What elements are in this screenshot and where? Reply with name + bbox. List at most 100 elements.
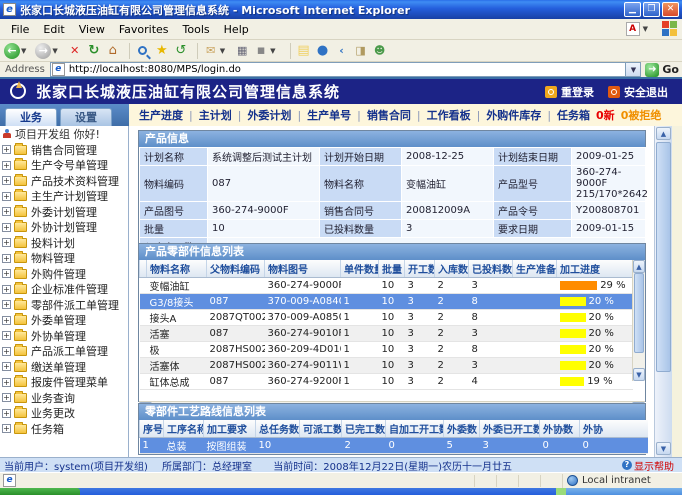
expand-plus-icon[interactable]: + [2,145,11,154]
table-header-cell[interactable]: 外协 [580,420,648,438]
menu-item-view[interactable]: View [72,21,112,38]
sidebar-item-7[interactable]: +物料管理 [0,251,128,267]
forward-button[interactable]: →▼ [35,43,63,59]
nav-item-5[interactable]: 工作看板 [427,107,471,123]
favorites-button[interactable]: ★ [154,43,170,59]
nav-item-0[interactable]: 生产进度 [139,107,183,123]
home-button[interactable]: ⌂ [105,43,121,59]
nav-item-3[interactable]: 生产单号 [307,107,351,123]
stop-button[interactable]: ✕ [67,43,83,59]
menu-item-tools[interactable]: Tools [176,21,217,38]
sidebar-item-16[interactable]: +业务查询 [0,390,128,406]
expand-plus-icon[interactable]: + [2,393,11,402]
expand-plus-icon[interactable]: + [2,316,11,325]
expand-plus-icon[interactable]: + [2,378,11,387]
expand-plus-icon[interactable]: + [2,238,11,247]
expand-plus-icon[interactable]: + [2,176,11,185]
expand-plus-icon[interactable]: + [2,223,11,232]
menu-item-favorites[interactable]: Favorites [112,21,176,38]
nav-item-2[interactable]: 外委计划 [247,107,291,123]
table-row[interactable]: 活塞087360-274-9010F11032320 % [140,326,633,342]
chevron-down-icon[interactable]: ▼ [52,47,57,55]
refresh-button[interactable]: ↻ [86,43,102,59]
table-header-cell[interactable]: 开工数 [405,260,435,278]
nav-item-1[interactable]: 主计划 [199,107,232,123]
start-button[interactable] [0,488,80,495]
page-v-scrollbar[interactable]: ▲ ▼ [654,126,672,457]
acrobat-dropdown-icon[interactable]: ▼ [643,25,648,33]
table-header-cell[interactable]: 外委已开工数 [480,420,540,438]
table-header-cell[interactable]: 序号 [140,420,164,438]
expand-plus-icon[interactable]: + [2,409,11,418]
relogin-button[interactable]: 重登录 [545,84,594,100]
search-button[interactable] [135,43,151,59]
sidebar-item-0[interactable]: +销售合同管理 [0,142,128,158]
sidebar-item-11[interactable]: +外委单管理 [0,313,128,329]
sidebar-item-8[interactable]: +外购件管理 [0,266,128,282]
quick-launch-button[interactable]: ‹ [334,43,350,59]
table-row[interactable]: 活塞体2087HS002360-274-9011W11032320 % [140,358,633,374]
mail-button[interactable]: ✉▼ [203,43,231,59]
address-dropdown-icon[interactable]: ▼ [626,62,641,77]
sidebar-item-18[interactable]: +任务箱 [0,421,128,437]
table-row[interactable]: G3/8接头087370-009-A084011032820 % [140,294,633,310]
menu-item-edit[interactable]: Edit [36,21,71,38]
chevron-down-icon[interactable]: ▼ [220,47,225,55]
table-header-cell[interactable]: 单件数量 [341,260,379,278]
table-header-cell[interactable]: 物料名称 [147,260,207,278]
history-button[interactable]: ↺ [173,43,189,59]
table-row[interactable]: 极2087HS002360-209-4D01011032820 % [140,342,633,358]
page-scroll-up-icon[interactable]: ▲ [656,127,671,140]
show-help-link[interactable]: ? 显示帮助 [622,458,674,473]
sidebar-item-15[interactable]: +报废件管理菜单 [0,375,128,391]
sidebar-item-6[interactable]: +投料计划 [0,235,128,251]
table-header-cell[interactable]: 加工要求 [204,420,256,438]
table-header-cell[interactable]: 物料图号 [265,260,341,278]
table-header-cell[interactable]: 入库数 [435,260,469,278]
table-row[interactable]: 接头A2087QT002370-009-A085011032820 % [140,310,633,326]
table-row[interactable]: 缸体总成087360-274-9200F11032419 % [140,374,633,390]
minimize-button[interactable]: ▁ [624,2,641,17]
expand-plus-icon[interactable]: + [2,362,11,371]
table-header-cell[interactable]: 已完工数 [342,420,386,438]
nav-item-7[interactable]: 任务箱 [557,107,590,123]
edit-button[interactable]: ▪▼ [253,43,281,59]
table-header-cell[interactable]: 外委数 [444,420,480,438]
menu-item-file[interactable]: File [4,21,36,38]
sidebar-item-2[interactable]: +产品技术资料管理 [0,173,128,189]
acrobat-icon[interactable]: A [626,22,640,36]
sidebar-item-12[interactable]: +外协单管理 [0,328,128,344]
expand-plus-icon[interactable]: + [2,331,11,340]
table-row[interactable]: 1总装按图组装10205300 [140,438,648,454]
research-button[interactable]: ◨ [353,43,369,59]
expand-plus-icon[interactable]: + [2,192,11,201]
expand-plus-icon[interactable]: + [2,424,11,433]
parts-v-thumb[interactable] [634,273,644,353]
nav-item-4[interactable]: 销售合同 [367,107,411,123]
back-button[interactable]: ←▼ [4,43,32,59]
sidebar-item-5[interactable]: +外协计划管理 [0,220,128,236]
expand-plus-icon[interactable]: + [2,254,11,263]
table-header-cell[interactable]: 工序名称 [164,420,204,438]
tab-business[interactable]: 业务 [5,108,57,126]
page-scroll-down-icon[interactable]: ▼ [656,442,671,455]
print-button[interactable]: ▦ [234,43,250,59]
sidebar-item-9[interactable]: +企业标准件管理 [0,282,128,298]
parts-v-scrollbar[interactable]: ▲ ▼ [632,260,645,381]
address-input[interactable] [50,62,627,77]
scroll-down-icon[interactable]: ▼ [633,368,645,381]
chevron-down-icon[interactable]: ▼ [270,47,275,55]
buddy-button[interactable]: ☻ [372,43,388,59]
go-button[interactable]: ➜ Go [645,63,679,77]
scroll-up-icon[interactable]: ▲ [633,260,645,273]
sidebar-item-17[interactable]: +业务更改 [0,406,128,422]
discuss-button[interactable]: ▤ [296,43,312,59]
expand-plus-icon[interactable]: + [2,285,11,294]
expand-plus-icon[interactable]: + [2,269,11,278]
menu-item-help[interactable]: Help [217,21,256,38]
sidebar-item-14[interactable]: +缴送单管理 [0,359,128,375]
table-header-cell[interactable]: 生产准备 [513,260,557,278]
expand-plus-icon[interactable]: + [2,207,11,216]
table-header-cell[interactable]: 已投料数 [469,260,513,278]
table-header-cell[interactable]: 可派工数 [300,420,342,438]
